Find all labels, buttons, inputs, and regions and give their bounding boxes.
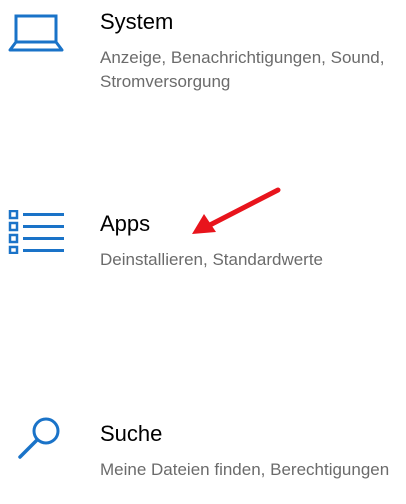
apps-list-icon: [6, 210, 68, 254]
settings-item-description: Meine Dateien finden, Berechtigungen: [100, 460, 390, 479]
settings-item-system[interactable]: System Anzeige, Benachrichtigungen, Soun…: [0, 8, 406, 138]
settings-item-title: Apps: [100, 211, 151, 236]
settings-item-description: Anzeige, Benachrichtigungen, Sound, Stro…: [100, 48, 385, 91]
settings-item-title: Suche: [100, 421, 163, 446]
settings-item-title: System: [100, 9, 174, 34]
settings-item-apps[interactable]: Apps Deinstallieren, Standardwerte: [0, 210, 406, 280]
laptop-icon: [6, 8, 68, 52]
settings-item-description: Deinstallieren, Standardwerte: [100, 250, 324, 269]
search-icon: [6, 416, 68, 460]
settings-item-search[interactable]: Suche Meine Dateien finden, Berechtigung…: [0, 417, 406, 504]
